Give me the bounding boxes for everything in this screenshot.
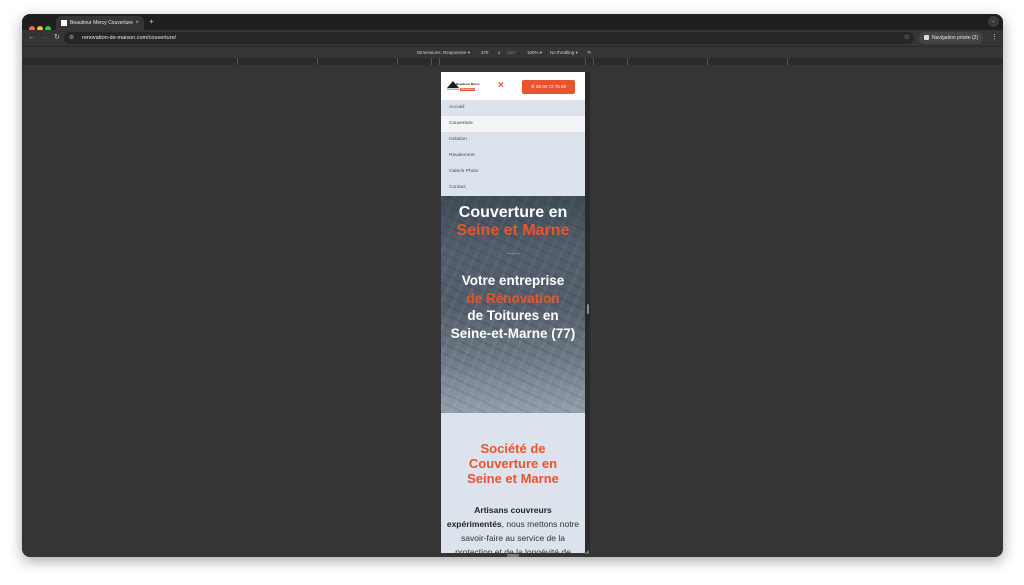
tab-title: Beaubour Mercy Couverture bbox=[70, 20, 133, 26]
new-tab-button[interactable]: + bbox=[149, 16, 154, 28]
tab-strip: Beaubour Mercy Couverture × + ⌄ bbox=[22, 14, 1003, 32]
menu-item-contact[interactable]: Contact bbox=[441, 180, 585, 196]
resize-handle-icon[interactable] bbox=[587, 304, 589, 314]
menu-item-accueil[interactable]: Accueil bbox=[441, 100, 585, 116]
device-toolbar: Dimensions: Responsive ▾ 375 x 1287 100%… bbox=[22, 46, 1003, 58]
hero-subtitle: Votre entreprise de Rénovation de Toitur… bbox=[450, 273, 576, 341]
back-arrow-icon[interactable]: ← bbox=[28, 33, 35, 43]
company-logo[interactable]: Beaubour Mercy Couverture Ravalement bbox=[447, 78, 483, 94]
site-header: Beaubour Mercy Couverture Ravalement × ✆… bbox=[441, 72, 585, 100]
private-label: Navigation privée (2) bbox=[932, 35, 979, 41]
menu-item-galerie-photo[interactable]: Galerie Photo bbox=[441, 164, 585, 180]
intro-section: Société de Couverture en Seine et Marne … bbox=[441, 413, 585, 553]
hero-divider bbox=[506, 253, 520, 254]
bookmark-star-icon[interactable]: ☆ bbox=[904, 32, 910, 44]
throttling-select[interactable]: No throttling ▾ bbox=[550, 47, 578, 58]
hero-title: Couverture en Seine et Marne bbox=[456, 204, 570, 239]
close-menu-icon[interactable]: × bbox=[498, 78, 504, 94]
site-info-icon[interactable]: ⚙ bbox=[69, 32, 74, 44]
logo-subtitle: Couverture Ravalement bbox=[447, 88, 476, 91]
private-mode-badge[interactable]: Navigation privée (2) bbox=[919, 32, 983, 44]
tab-search-icon[interactable]: ⌄ bbox=[988, 16, 999, 27]
address-bar[interactable]: ⚙ renovation-de-maison.com/couverture/ ☆ bbox=[64, 32, 914, 44]
browser-toolbar: ← → ↻ ⚙ renovation-de-maison.com/couvert… bbox=[22, 30, 1003, 46]
dimension-separator: x bbox=[498, 50, 501, 55]
url-text[interactable]: renovation-de-maison.com/couverture/ bbox=[82, 32, 176, 44]
menu-item-ravalement[interactable]: Ravalement bbox=[441, 148, 585, 164]
mobile-nav-menu: Accueil Couverture Isolation Ravalement … bbox=[441, 100, 585, 196]
incognito-icon bbox=[924, 35, 929, 41]
browser-menu-icon[interactable]: ⋮ bbox=[991, 33, 998, 43]
tab-close-icon[interactable]: × bbox=[135, 16, 139, 30]
browser-window: Beaubour Mercy Couverture × + ⌄ ← → ↻ ⚙ … bbox=[22, 14, 1003, 557]
viewport-height[interactable]: 1287 bbox=[506, 47, 516, 58]
logo-name: Beaubour Mercy bbox=[456, 82, 480, 86]
forward-arrow-icon[interactable]: → bbox=[41, 33, 48, 43]
reload-icon[interactable]: ↻ bbox=[54, 33, 60, 43]
dimensions-select[interactable]: Dimensions: Responsive ▾ bbox=[417, 47, 470, 58]
rotate-icon[interactable]: ⟲ bbox=[587, 47, 591, 58]
menu-item-isolation[interactable]: Isolation bbox=[441, 132, 585, 148]
section-title: Société de Couverture en Seine et Marne bbox=[467, 441, 559, 486]
favicon-icon bbox=[61, 19, 67, 26]
bottom-resize-handle[interactable] bbox=[507, 554, 519, 557]
zoom-select[interactable]: 100% ▾ bbox=[527, 47, 542, 58]
media-query-ruler bbox=[22, 58, 1003, 65]
corner-resize-icon[interactable]: ◢ bbox=[585, 549, 589, 555]
browser-tab[interactable]: Beaubour Mercy Couverture × bbox=[56, 16, 144, 30]
intro-paragraph: Artisans couvreurs expérimentés, nous me… bbox=[446, 505, 580, 553]
mobile-viewport: Beaubour Mercy Couverture Ravalement × ✆… bbox=[441, 72, 585, 553]
hero-banner: Couverture en Seine et Marne Votre entre… bbox=[441, 196, 585, 413]
phone-call-button[interactable]: ✆ 06 00 72 76 60 bbox=[522, 80, 575, 94]
viewport-width[interactable]: 375 bbox=[481, 47, 489, 58]
menu-item-couverture[interactable]: Couverture bbox=[441, 116, 585, 132]
